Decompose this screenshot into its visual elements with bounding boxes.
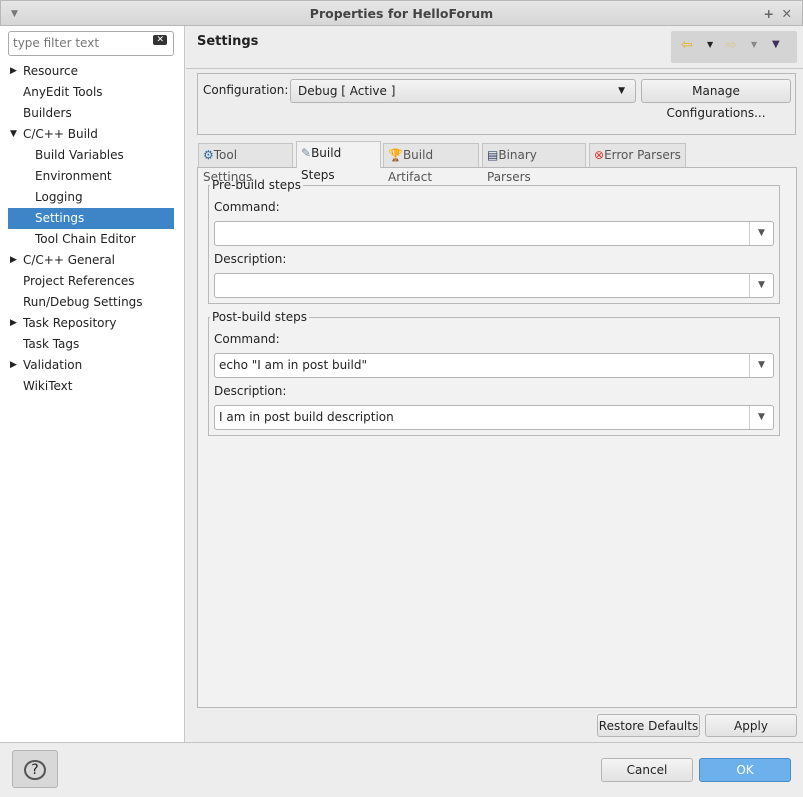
divider bbox=[186, 68, 803, 69]
divider bbox=[0, 742, 803, 743]
post-description-label: Description: bbox=[214, 384, 287, 398]
tree-item[interactable]: Tool Chain Editor bbox=[8, 229, 174, 250]
configuration-label: Configuration: bbox=[203, 83, 289, 97]
collapse-icon[interactable]: ▼ bbox=[10, 124, 17, 145]
post-build-title: Post-build steps bbox=[212, 310, 307, 324]
build-steps-icon: ✎ bbox=[301, 146, 312, 160]
clear-filter-icon[interactable]: ✕ bbox=[153, 35, 167, 45]
forward-menu-icon[interactable]: ▼ bbox=[751, 40, 757, 49]
tree-item[interactable]: ▶ Resource bbox=[8, 61, 174, 82]
tree-item-label: C/C++ Build bbox=[23, 127, 98, 141]
chevron-down-icon: ▼ bbox=[618, 86, 625, 96]
expand-icon[interactable]: ▶ bbox=[10, 313, 17, 334]
tree-item-label: Resource bbox=[23, 64, 79, 78]
post-command-value: echo "I am in post build" bbox=[219, 358, 367, 372]
configuration-value: Debug [ Active ] bbox=[298, 84, 396, 98]
tree-item-label: Validation bbox=[23, 358, 83, 372]
help-button[interactable]: ? bbox=[12, 750, 58, 788]
ok-button[interactable]: OK bbox=[699, 758, 791, 782]
tree-item[interactable]: Build Variables bbox=[8, 145, 174, 166]
tree-item-label: Environment bbox=[35, 169, 112, 183]
tree-item[interactable]: ▼ C/C++ Build bbox=[8, 124, 174, 145]
tree-item-label: Task Tags bbox=[23, 337, 80, 351]
trophy-icon: 🏆 bbox=[388, 148, 403, 162]
configuration-select[interactable]: Debug [ Active ] ▼ bbox=[290, 79, 636, 103]
post-description-input[interactable]: I am in post build description ▼ bbox=[214, 405, 774, 430]
chevron-down-icon[interactable]: ▼ bbox=[749, 274, 773, 297]
window-titlebar: ▼ Properties for HelloForum + ✕ bbox=[0, 0, 803, 26]
back-icon[interactable]: ⇦ bbox=[681, 37, 693, 53]
binary-icon: ▤ bbox=[487, 148, 499, 162]
tab-build-steps[interactable]: ✎Build Steps bbox=[296, 141, 381, 182]
tree-item[interactable]: ▶ Task Repository bbox=[8, 313, 174, 334]
expand-icon[interactable]: ▶ bbox=[10, 61, 17, 82]
view-menu-icon[interactable]: ▼ bbox=[772, 39, 780, 50]
tree-item[interactable]: Logging bbox=[8, 187, 174, 208]
tree-item-label: Logging bbox=[35, 190, 83, 204]
cancel-button[interactable]: Cancel bbox=[601, 758, 693, 782]
chevron-down-icon[interactable]: ▼ bbox=[749, 354, 773, 377]
tree-item-label: Task Repository bbox=[23, 316, 117, 330]
close-icon[interactable]: ✕ bbox=[782, 1, 792, 27]
tree-item-label: C/C++ General bbox=[23, 253, 116, 267]
tree-item[interactable]: AnyEdit Tools bbox=[8, 82, 174, 103]
help-icon: ? bbox=[24, 760, 46, 780]
back-menu-icon[interactable]: ▼ bbox=[707, 40, 713, 49]
tab-binary-parsers[interactable]: ▤Binary Parsers bbox=[482, 143, 586, 184]
error-icon: ⊗ bbox=[594, 148, 605, 162]
maximize-icon[interactable]: + bbox=[764, 1, 774, 27]
tool-settings-icon: ⚙ bbox=[203, 148, 214, 162]
tree-item-label: Build Variables bbox=[35, 148, 124, 162]
tree-item-label: Tool Chain Editor bbox=[35, 232, 136, 246]
expand-icon[interactable]: ▶ bbox=[10, 355, 17, 376]
tree-item[interactable]: ▶ Validation bbox=[8, 355, 174, 376]
pre-description-label: Description: bbox=[214, 252, 287, 266]
chevron-down-icon[interactable]: ▼ bbox=[749, 222, 773, 245]
tab-error-parsers[interactable]: ⊗Error Parsers bbox=[589, 143, 686, 167]
tab-build-artifact[interactable]: 🏆Build Artifact bbox=[383, 143, 479, 184]
pre-command-input[interactable]: ▼ bbox=[214, 221, 774, 246]
post-description-value: I am in post build description bbox=[219, 410, 394, 424]
tree-item[interactable]: Task Tags bbox=[8, 334, 174, 355]
pre-build-title: Pre-build steps bbox=[212, 178, 301, 192]
page-title: Settings bbox=[197, 34, 259, 49]
window-menu-icon[interactable]: ▼ bbox=[11, 1, 18, 27]
filter-placeholder: type filter text bbox=[13, 36, 100, 50]
manage-configurations-button[interactable]: Manage Configurations... bbox=[641, 79, 791, 120]
tree-item[interactable]: WikiText bbox=[8, 376, 174, 397]
apply-button[interactable]: Apply bbox=[705, 714, 797, 737]
tree-item-label: Project References bbox=[23, 274, 135, 288]
tab-label: Error Parsers bbox=[604, 148, 681, 162]
tab-tool-settings[interactable]: ⚙Tool Settings bbox=[198, 143, 293, 184]
history-toolbar: ⇦ ▼ ⇨ ▼ ▼ bbox=[671, 31, 797, 63]
expand-icon[interactable]: ▶ bbox=[10, 250, 17, 271]
forward-icon[interactable]: ⇨ bbox=[725, 37, 737, 53]
tree-item-label: Builders bbox=[23, 106, 72, 120]
restore-defaults-button[interactable]: Restore Defaults bbox=[597, 714, 700, 737]
tree-item-label: WikiText bbox=[23, 379, 73, 393]
window-title: Properties for HelloForum bbox=[309, 6, 494, 21]
tree-item[interactable]: Project References bbox=[8, 271, 174, 292]
tree-item[interactable]: Builders bbox=[8, 103, 174, 124]
filter-input[interactable]: type filter text ✕ bbox=[8, 31, 174, 56]
tree-item-label: Run/Debug Settings bbox=[23, 295, 143, 309]
tree-item[interactable]: ▶ C/C++ General bbox=[8, 250, 174, 271]
tree-item[interactable]: Run/Debug Settings bbox=[8, 292, 174, 313]
pre-description-input[interactable]: ▼ bbox=[214, 273, 774, 298]
tree-item-label: Settings bbox=[35, 211, 85, 225]
tree-item[interactable]: Settings bbox=[8, 208, 174, 229]
tree-item[interactable]: Environment bbox=[8, 166, 174, 187]
pre-command-label: Command: bbox=[214, 200, 280, 214]
tree-item-label: AnyEdit Tools bbox=[23, 85, 103, 99]
post-command-input[interactable]: echo "I am in post build" ▼ bbox=[214, 353, 774, 378]
post-command-label: Command: bbox=[214, 332, 280, 346]
chevron-down-icon[interactable]: ▼ bbox=[749, 406, 773, 429]
